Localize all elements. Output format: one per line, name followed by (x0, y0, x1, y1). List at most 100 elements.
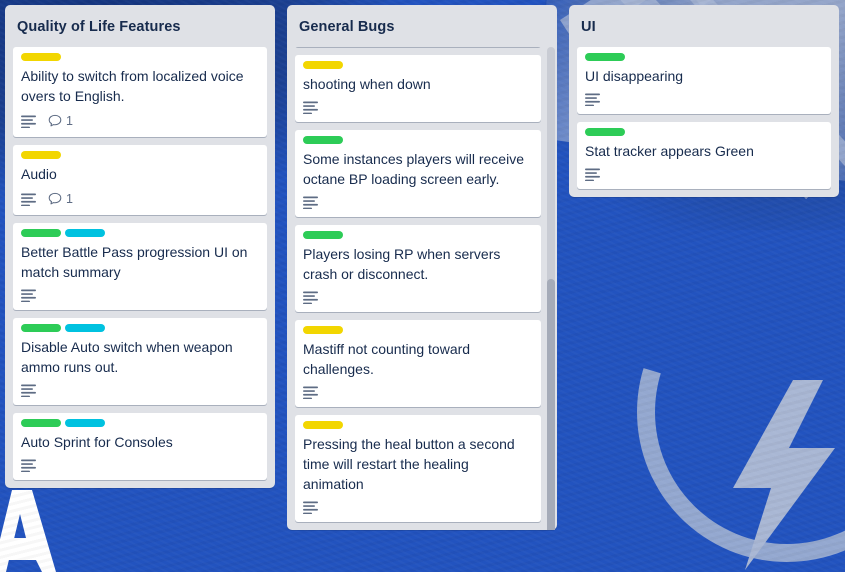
comment-icon (48, 192, 62, 206)
card-title: Some instances players will receive octa… (303, 149, 533, 189)
list-cards: UI disappearing Stat tracker appears Gree… (569, 47, 839, 197)
comment-count: 1 (66, 113, 73, 129)
description-icon (21, 459, 36, 472)
label-chip-green[interactable] (303, 231, 343, 239)
list-title[interactable]: General Bugs (299, 17, 547, 37)
card-labels (303, 421, 533, 429)
card-badges (21, 289, 259, 302)
comment-icon (48, 114, 62, 128)
card-badges (303, 501, 533, 514)
description-icon (21, 115, 36, 128)
description-icon (303, 386, 318, 399)
card[interactable]: Audio 1 (13, 145, 267, 215)
list-header[interactable]: UI (569, 5, 839, 47)
label-chip-green[interactable] (585, 53, 625, 61)
card-title: Ability to switch from localized voice o… (21, 66, 259, 106)
label-chip-yellow[interactable] (21, 53, 61, 61)
label-chip-sky[interactable] (65, 229, 105, 237)
label-chip-sky[interactable] (65, 419, 105, 427)
card[interactable]: Better Battle Pass progression UI on mat… (13, 223, 267, 310)
card-badges (303, 386, 533, 399)
list-scrollbar-thumb[interactable] (547, 279, 555, 530)
card-title: Disable Auto switch when weapon ammo run… (21, 337, 259, 377)
description-icon (21, 384, 36, 397)
card-labels (21, 229, 259, 237)
card-title: UI disappearing (585, 66, 823, 86)
card[interactable]: Players losing RP when servers crash or … (295, 225, 541, 312)
list-title[interactable]: Quality of Life Features (17, 17, 265, 37)
card[interactable]: Mastiff not counting toward challenges. (295, 320, 541, 407)
description-icon (303, 291, 318, 304)
board-lists-container: Quality of Life Features Ability to switc… (0, 0, 839, 572)
list-header[interactable]: Quality of Life Features (5, 5, 275, 47)
card-labels (585, 53, 823, 61)
card-labels (303, 136, 533, 144)
list-cards: shooting when down Some instances players… (287, 47, 557, 530)
card-title: Stat tracker appears Green (585, 141, 823, 161)
card-badges: 1 (21, 113, 259, 129)
list-general-bugs[interactable]: General Bugs shooting when down Some insta… (287, 5, 557, 530)
card-badges (21, 459, 259, 472)
label-chip-green[interactable] (585, 128, 625, 136)
card[interactable]: Auto Sprint for Consoles (13, 413, 267, 480)
list-cards: Ability to switch from localized voice o… (5, 47, 275, 488)
comment-badge: 1 (48, 191, 73, 207)
card-title: shooting when down (303, 74, 533, 94)
description-icon (303, 501, 318, 514)
card-labels (21, 419, 259, 427)
card[interactable]: Some instances players will receive octa… (295, 130, 541, 217)
label-chip-yellow[interactable] (21, 151, 61, 159)
label-chip-green[interactable] (21, 324, 61, 332)
label-chip-yellow[interactable] (303, 326, 343, 334)
description-icon (303, 101, 318, 114)
board-background: Quality of Life Features Ability to switc… (0, 0, 845, 572)
label-chip-green[interactable] (21, 229, 61, 237)
card[interactable]: Disable Auto switch when weapon ammo run… (13, 318, 267, 405)
card[interactable]: Pressing the heal button a second time w… (295, 415, 541, 522)
card-badges (303, 101, 533, 114)
label-chip-green[interactable] (21, 419, 61, 427)
list-cards-inner: Ability to switch from localized voice o… (13, 47, 267, 480)
card-title: Better Battle Pass progression UI on mat… (21, 242, 259, 282)
card-title: Mastiff not counting toward challenges. (303, 339, 533, 379)
card[interactable]: Ability to switch from localized voice o… (13, 47, 267, 137)
description-icon (21, 193, 36, 206)
card-badges (585, 93, 823, 106)
card[interactable]: UI disappearing (577, 47, 831, 114)
description-icon (21, 289, 36, 302)
list-header[interactable]: General Bugs (287, 5, 557, 47)
list-ui[interactable]: UI UI disappearing Stat tracker appears Gr… (569, 5, 839, 197)
card-labels (585, 128, 823, 136)
comment-badge: 1 (48, 113, 73, 129)
card-labels (303, 231, 533, 239)
list-cards-inner: shooting when down Some instances players… (295, 47, 541, 522)
card[interactable]: shooting when down (295, 55, 541, 122)
card-labels (303, 61, 533, 69)
card-badges (303, 196, 533, 209)
list-scrollbar[interactable] (547, 47, 555, 524)
card-labels (21, 324, 259, 332)
label-chip-sky[interactable] (65, 324, 105, 332)
list-quality-of-life-features[interactable]: Quality of Life Features Ability to switc… (5, 5, 275, 488)
card-title: Audio (21, 164, 259, 184)
card-title: Auto Sprint for Consoles (21, 432, 259, 452)
card-labels (21, 151, 259, 159)
card-badges (585, 168, 823, 181)
card-labels (21, 53, 259, 61)
comment-count: 1 (66, 191, 73, 207)
label-chip-yellow[interactable] (303, 421, 343, 429)
list-title[interactable]: UI (581, 17, 829, 37)
card-title: Pressing the heal button a second time w… (303, 434, 533, 494)
card-badges (21, 384, 259, 397)
label-chip-yellow[interactable] (303, 61, 343, 69)
card-badges: 1 (21, 191, 259, 207)
list-cards-inner: UI disappearing Stat tracker appears Gree… (577, 47, 831, 189)
description-icon (585, 168, 600, 181)
card[interactable]: Stat tracker appears Green (577, 122, 831, 189)
label-chip-green[interactable] (303, 136, 343, 144)
description-icon (303, 196, 318, 209)
card-labels (303, 326, 533, 334)
description-icon (585, 93, 600, 106)
card-badges (303, 291, 533, 304)
card-title: Players losing RP when servers crash or … (303, 244, 533, 284)
